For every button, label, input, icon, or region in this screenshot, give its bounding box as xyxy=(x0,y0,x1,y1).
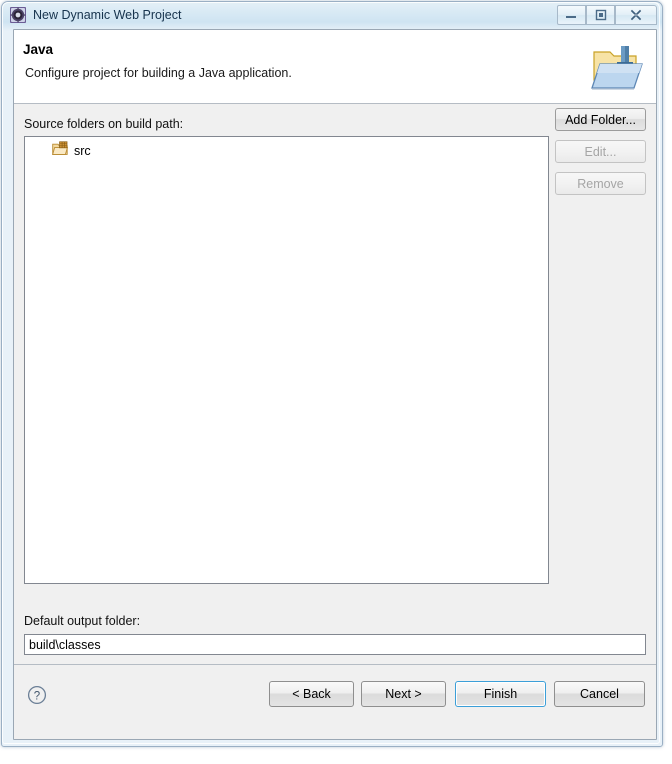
minimize-icon xyxy=(558,6,585,24)
back-button[interactable]: < Back xyxy=(269,681,354,707)
window-title: New Dynamic Web Project xyxy=(33,8,182,22)
default-output-folder-input[interactable]: build\classes xyxy=(24,634,646,655)
wizard-header: Java Configure project for building a Ja… xyxy=(14,30,656,104)
page-title: Java xyxy=(23,42,54,57)
minimize-button[interactable] xyxy=(557,5,586,25)
remove-button[interactable]: Remove xyxy=(555,172,646,195)
wizard-content: Source folders on build path: src Add Fo… xyxy=(14,105,656,664)
java-folder-banner-icon xyxy=(588,38,648,96)
source-folder-icon xyxy=(52,141,69,161)
source-folders-list[interactable]: src xyxy=(24,136,549,584)
dialog-footer: ? < Back Next > Finish Cancel xyxy=(14,664,656,739)
next-button[interactable]: Next > xyxy=(361,681,446,707)
list-item[interactable]: src xyxy=(25,141,548,161)
close-icon xyxy=(616,6,656,24)
close-button[interactable] xyxy=(615,5,657,25)
default-output-folder-value: build\classes xyxy=(29,638,101,652)
eclipse-wizard-icon xyxy=(10,7,26,23)
maximize-button[interactable] xyxy=(586,5,615,25)
source-folders-label: Source folders on build path: xyxy=(24,117,184,131)
edit-button[interactable]: Edit... xyxy=(555,140,646,163)
title-bar[interactable]: New Dynamic Web Project xyxy=(2,2,660,28)
maximize-icon xyxy=(587,6,614,24)
cancel-button[interactable]: Cancel xyxy=(554,681,645,707)
default-output-folder-label: Default output folder: xyxy=(24,614,141,628)
add-folder-button[interactable]: Add Folder... xyxy=(555,108,646,131)
page-description: Configure project for building a Java ap… xyxy=(25,66,292,80)
finish-button[interactable]: Finish xyxy=(455,681,546,707)
help-icon[interactable]: ? xyxy=(27,685,47,705)
new-dynamic-web-project-dialog: New Dynamic Web Project Java Configure p… xyxy=(0,0,672,764)
list-item-label: src xyxy=(74,144,91,158)
dialog-body: Java Configure project for building a Ja… xyxy=(13,29,657,740)
svg-text:?: ? xyxy=(34,690,40,702)
